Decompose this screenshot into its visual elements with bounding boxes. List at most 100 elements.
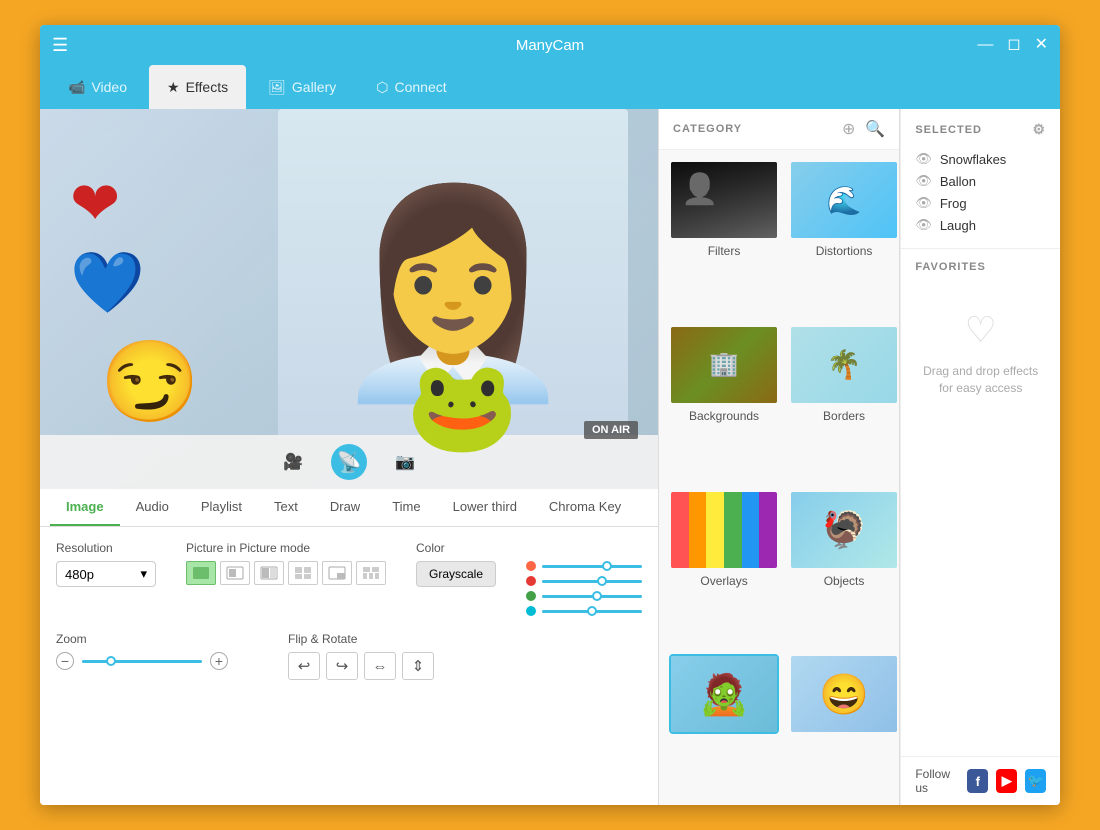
cat-thumb-overlays [669, 490, 779, 570]
zoom-row: − + [56, 652, 228, 670]
cat-thumb-borders: 🌴 [789, 325, 899, 405]
preview-background: ❤ 💙 😏 🐸 👩‍💼 ON AIR [40, 109, 658, 489]
cat-thumb-objects: 🦃 [789, 490, 899, 570]
tab-time[interactable]: Time [376, 489, 436, 526]
zoom-slider[interactable] [82, 660, 202, 663]
cat-label-overlays: Overlays [700, 574, 747, 588]
camera-record-button[interactable]: 🎥 [275, 444, 311, 480]
color-group: Color Grayscale [416, 541, 496, 616]
stripe-3 [706, 492, 724, 568]
flip-rotate-group: Flip & Rotate ↩ ↪ ⇔ ⇕ [288, 632, 434, 680]
stripe-6 [759, 492, 777, 568]
zoom-minus-button[interactable]: − [56, 652, 74, 670]
selected-label-ballon: Ballon [940, 174, 976, 189]
eye-icon-frog[interactable]: 👁 [915, 195, 932, 211]
tab-lower-third[interactable]: Lower third [437, 489, 533, 526]
twitter-icon[interactable]: 🐦 [1025, 769, 1046, 793]
category-grid: 👤 Filters 🌊 Distortions [659, 150, 899, 805]
category-actions: ⊕ 🔍 [842, 119, 885, 139]
resolution-dropdown[interactable]: 480p ▾ [56, 561, 156, 587]
rgb-slider-row [526, 561, 642, 571]
sub-tabs-row: Image Audio Playlist Text Draw Time [40, 489, 658, 527]
nav-tab-gallery[interactable]: 🖼 Gallery [250, 65, 354, 109]
broadcast-button[interactable]: 📡 [331, 444, 367, 480]
thumb-distortions-bg: 🌊 [791, 162, 897, 238]
nav-tab-connect-label: Connect [394, 79, 446, 95]
menu-icon[interactable]: ☰ [52, 35, 68, 56]
facebook-icon[interactable]: f [967, 769, 988, 793]
favorites-heart-icon: ♡ [965, 309, 997, 351]
thumb-face1-bg: 🧟 [671, 656, 777, 732]
pip-btn-6[interactable] [356, 561, 386, 585]
selected-item-ballon: 👁 Ballon [915, 170, 1046, 192]
eye-icon-snowflakes[interactable]: 👁 [915, 151, 932, 167]
tab-image[interactable]: Image [50, 489, 120, 526]
cat-thumb-filters: 👤 [669, 160, 779, 240]
resolution-value: 480p [65, 567, 94, 582]
pip-btn-1[interactable] [186, 561, 216, 585]
resolution-group: Resolution 480p ▾ [56, 541, 156, 616]
cat-thumb-backgrounds: 🏢 [669, 325, 779, 405]
selected-title: SELECTED ⚙ [915, 121, 1046, 138]
green-slider[interactable] [542, 595, 642, 598]
grayscale-button[interactable]: Grayscale [416, 561, 496, 587]
zoom-plus-button[interactable]: + [210, 652, 228, 670]
add-category-icon[interactable]: ⊕ [842, 119, 855, 139]
middle-panel: CATEGORY ⊕ 🔍 👤 Filters [659, 109, 900, 805]
maximize-button[interactable]: ◻ [1007, 37, 1020, 53]
category-item-filters[interactable]: 👤 Filters [669, 160, 779, 315]
cat-thumb-face2: 😄 [789, 654, 899, 734]
search-category-icon[interactable]: 🔍 [865, 119, 885, 139]
tab-chroma-key[interactable]: Chroma Key [533, 489, 637, 526]
category-item-distortions[interactable]: 🌊 Distortions [789, 160, 899, 315]
pip-group: Picture in Picture mode [186, 541, 386, 616]
nav-tab-connect[interactable]: ⬡ Connect [358, 65, 464, 109]
cat-label-filters: Filters [708, 244, 741, 258]
pip-btn-4[interactable] [288, 561, 318, 585]
category-item-backgrounds[interactable]: 🏢 Backgrounds [669, 325, 779, 480]
rotate-left-button[interactable]: ↩ [288, 652, 320, 680]
category-item-face1[interactable]: 🧟 [669, 654, 779, 795]
red-slider[interactable] [542, 580, 642, 583]
flip-horizontal-button[interactable]: ⇔ [364, 652, 396, 680]
category-item-objects[interactable]: 🦃 Objects [789, 490, 899, 645]
pip-btn-3[interactable] [254, 561, 284, 585]
tab-playlist[interactable]: Playlist [185, 489, 258, 526]
tab-text[interactable]: Text [258, 489, 314, 526]
blue-slider[interactable] [542, 610, 642, 613]
tab-audio[interactable]: Audio [120, 489, 185, 526]
rgb-handle [602, 561, 612, 571]
category-item-face2[interactable]: 😄 [789, 654, 899, 795]
rgb-slider[interactable] [542, 565, 642, 568]
nav-tab-effects[interactable]: ★ Effects [149, 65, 246, 109]
title-bar: ☰ ManyCam — ◻ ✕ [40, 25, 1060, 65]
category-item-overlays[interactable]: Overlays [669, 490, 779, 645]
thumb-borders-bg: 🌴 [791, 327, 897, 403]
smiley-emoji: 😏 [100, 335, 200, 429]
green-dot [526, 591, 536, 601]
backgrounds-visual: 🏢 [671, 327, 777, 403]
youtube-icon[interactable]: ▶ [996, 769, 1017, 793]
drag-drop-text: Drag and drop effects for easy access [915, 363, 1046, 397]
blue-dot [526, 606, 536, 616]
nav-tab-video[interactable]: 📹 Video [50, 65, 145, 109]
category-item-borders[interactable]: 🌴 Borders [789, 325, 899, 480]
eye-icon-ballon[interactable]: 👁 [915, 173, 932, 189]
zoom-label: Zoom [56, 632, 228, 646]
eye-icon-laugh[interactable]: 👁 [915, 217, 932, 233]
selected-settings-icon[interactable]: ⚙ [1032, 121, 1046, 138]
main-content: ❤ 💙 😏 🐸 👩‍💼 ON AIR 🎥 [40, 109, 1060, 805]
settings-row-2: Zoom − + Flip & Rotate ↩ [56, 632, 642, 680]
pip-btn-2[interactable] [220, 561, 250, 585]
flip-vertical-button[interactable]: ⇕ [402, 652, 434, 680]
pip-btn-5[interactable] [322, 561, 352, 585]
tab-draw[interactable]: Draw [314, 489, 376, 526]
borders-visual: 🌴 [791, 327, 897, 403]
rotate-right-button[interactable]: ↪ [326, 652, 358, 680]
close-button[interactable]: ✕ [1035, 37, 1048, 53]
minimize-button[interactable]: — [977, 37, 993, 53]
cat-label-objects: Objects [824, 574, 865, 588]
selected-label-laugh: Laugh [940, 218, 976, 233]
heart-blue: 💙 [70, 247, 145, 318]
social-row: Follow us f ▶ 🐦 [901, 756, 1060, 805]
